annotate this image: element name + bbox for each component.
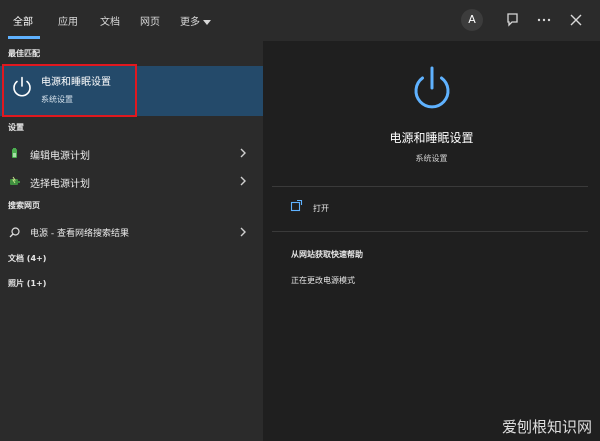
results-pane: 最佳匹配 电源和睡眠设置 系统设置 设置 编辑电源计划 选择电源计划 搜索网页 … — [0, 41, 263, 441]
preview-subtitle: 系统设置 — [415, 154, 448, 163]
web-search-header: 搜索网页 — [8, 201, 40, 210]
divider — [272, 186, 588, 187]
help-header: 从网站获取快速帮助 — [291, 250, 363, 259]
web-search-label: 电源 - 查看网络搜索结果 — [30, 229, 129, 239]
chevron-right-icon[interactable] — [239, 148, 247, 158]
active-tab-indicator — [8, 36, 40, 39]
settings-item-edit-power-plan[interactable]: 编辑电源计划 — [0, 142, 263, 164]
tab-more[interactable]: 更多 — [180, 13, 211, 28]
tab-all[interactable]: 全部 — [13, 13, 33, 28]
chevron-down-icon — [203, 19, 211, 25]
power-large-icon — [414, 66, 450, 109]
best-match-header: 最佳匹配 — [8, 49, 40, 58]
account-avatar[interactable]: A — [461, 9, 483, 31]
settings-item-label: 选择电源计划 — [30, 179, 90, 190]
search-filter-bar: 全部 应用 文档 网页 更多 A — [0, 0, 600, 41]
tab-apps[interactable]: 应用 — [58, 13, 78, 28]
tab-documents[interactable]: 文档 — [100, 13, 120, 28]
chevron-right-icon[interactable] — [239, 227, 247, 237]
battery-plan-icon — [12, 148, 17, 158]
red-highlight-box — [2, 64, 137, 117]
divider — [272, 231, 588, 232]
open-action[interactable]: 打开 — [313, 203, 329, 214]
web-search-item[interactable]: 电源 - 查看网络搜索结果 — [0, 221, 263, 243]
close-icon[interactable] — [567, 11, 585, 29]
feedback-icon[interactable] — [503, 11, 521, 29]
preview-title: 电源和睡眠设置 — [389, 131, 474, 145]
tab-web[interactable]: 网页 — [140, 13, 160, 28]
tab-more-label: 更多 — [180, 17, 200, 28]
preview-pane: 电源和睡眠设置 系统设置 打开 从网站获取快速帮助 正在更改电源模式 爱刨根知识… — [263, 41, 600, 441]
power-plan-icon — [10, 176, 20, 185]
help-link[interactable]: 正在更改电源模式 — [291, 275, 355, 286]
settings-header: 设置 — [8, 123, 24, 132]
documents-category[interactable]: 文档 (4+) — [8, 253, 46, 264]
photos-category[interactable]: 照片 (1+) — [8, 278, 46, 289]
open-icon — [290, 199, 303, 212]
watermark-text: 爱刨根知识网 — [501, 418, 592, 436]
chevron-right-icon[interactable] — [239, 176, 247, 186]
search-icon — [9, 227, 20, 238]
settings-item-label: 编辑电源计划 — [30, 151, 90, 162]
more-options-icon[interactable] — [535, 11, 553, 29]
settings-item-choose-power-plan[interactable]: 选择电源计划 — [0, 170, 263, 192]
